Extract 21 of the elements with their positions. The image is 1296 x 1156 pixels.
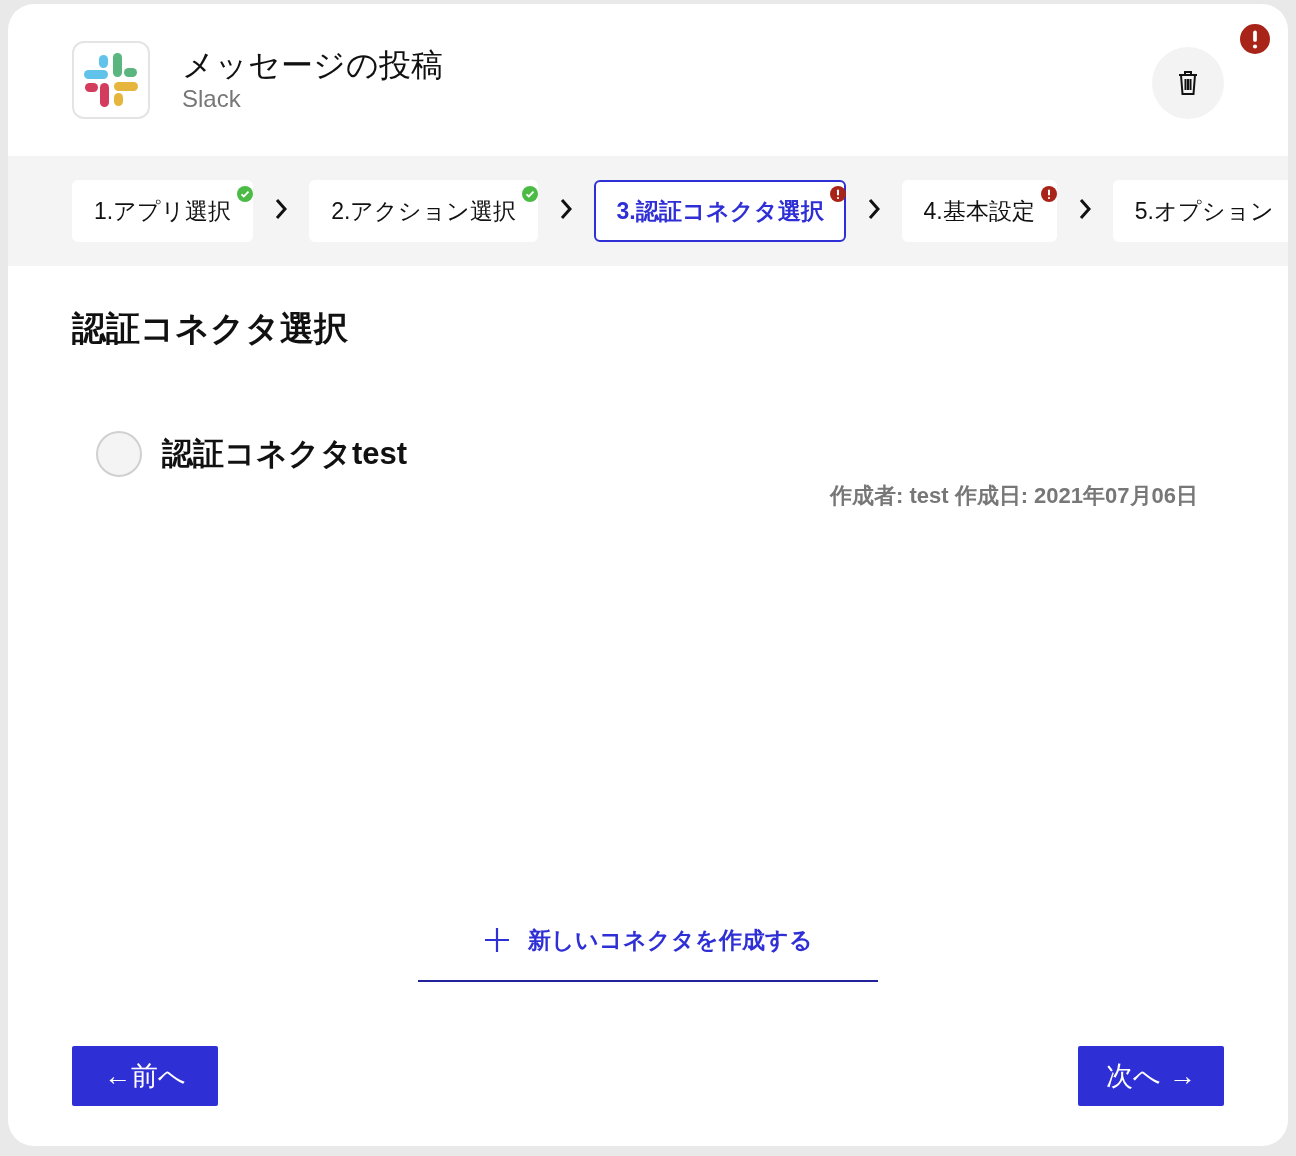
section-title: 認証コネクタ選択 <box>72 308 349 349</box>
create-connector-link[interactable]: 新しいコネクタを作成する <box>418 910 878 982</box>
connector-meta: 作成者: test 作成日: 2021年07月06日 <box>830 481 1198 510</box>
step-tab[interactable]: 1.アプリ選択 <box>72 180 254 242</box>
chevron-right-icon <box>1078 198 1091 220</box>
next-button[interactable]: 次へ → <box>1078 1046 1224 1106</box>
step-tab[interactable]: 4.基本設定 <box>901 180 1057 242</box>
chevron-right-icon <box>867 198 880 220</box>
radio-button[interactable] <box>96 430 142 477</box>
trash-icon <box>1177 70 1199 96</box>
connector-name: 認証コネクタtest <box>162 434 408 473</box>
action-title: メッセージの投稿 <box>182 46 443 85</box>
chevron-right-icon <box>560 198 573 220</box>
plus-icon <box>483 927 510 953</box>
step-tab[interactable]: 5.オプション <box>1112 180 1288 242</box>
app-name: Slack <box>182 84 242 114</box>
slack-logo-icon <box>72 41 150 119</box>
step-tab[interactable]: 3.認証コネクタ選択 <box>594 180 846 242</box>
chevron-right-icon <box>275 198 288 220</box>
previous-button[interactable]: ←前へ <box>72 1046 218 1106</box>
step-tab[interactable]: 2.アクション選択 <box>309 180 539 242</box>
